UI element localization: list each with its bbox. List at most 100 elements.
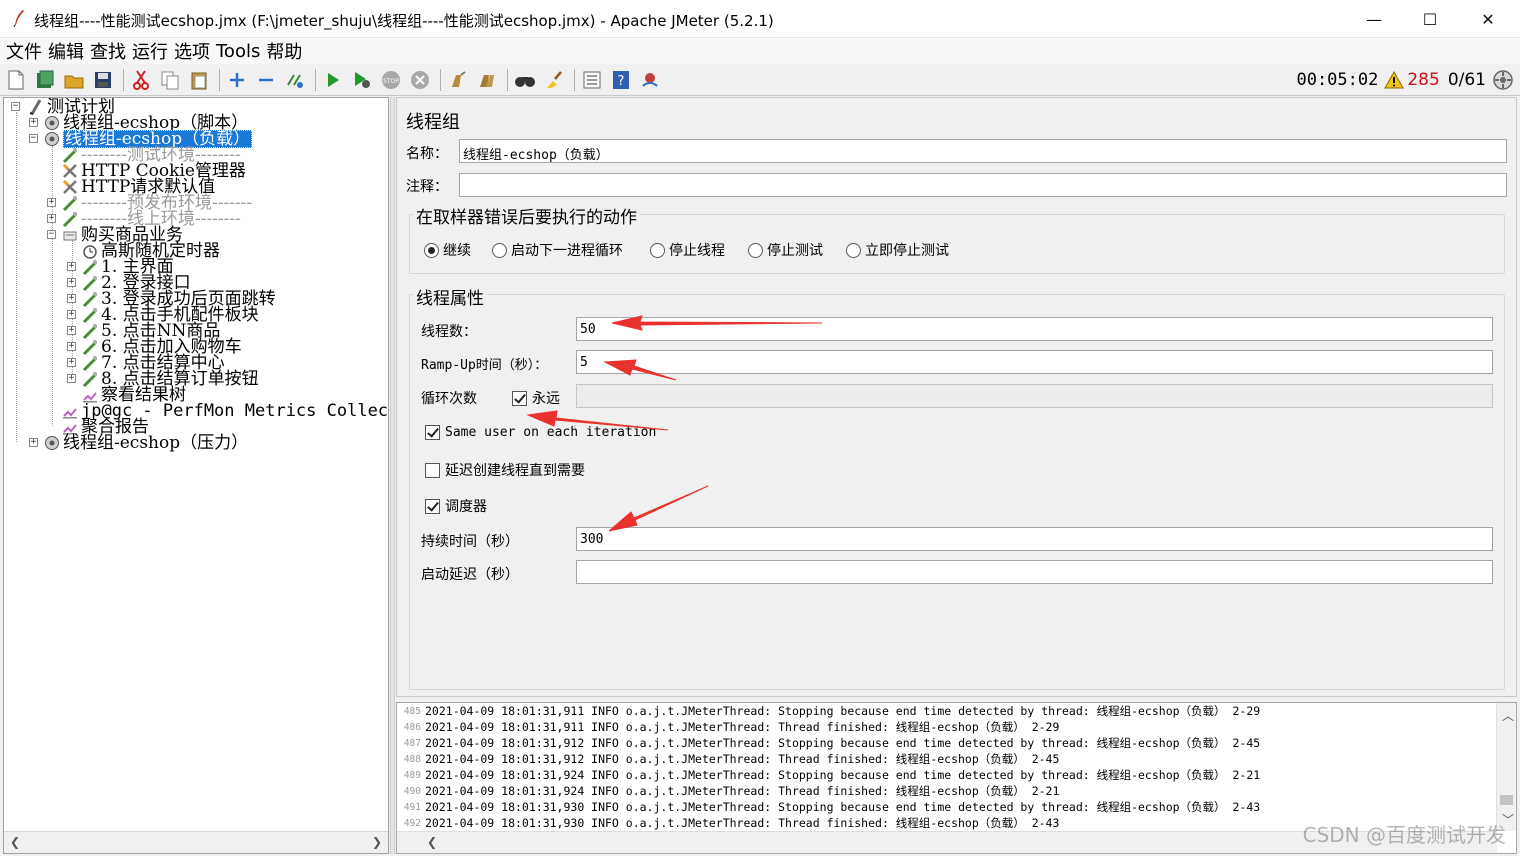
scroll-up-icon[interactable]: ︿	[1502, 707, 1514, 724]
same-user-checkbox[interactable]: Same user on each iteration	[425, 425, 656, 440]
error-count[interactable]: 285	[1407, 70, 1439, 90]
config-icon	[62, 196, 78, 211]
tree-expand-toggle[interactable]: +	[47, 198, 56, 207]
open-icon[interactable]	[63, 69, 85, 91]
shutdown-icon[interactable]	[409, 69, 431, 91]
search-icon[interactable]	[514, 69, 536, 91]
save-icon[interactable]	[92, 69, 114, 91]
cut-icon[interactable]	[130, 69, 152, 91]
tree-expand-toggle[interactable]: +	[29, 118, 38, 127]
config-icon	[62, 148, 78, 163]
log-text: 2021-04-09 18:01:31,924 INFO o.a.j.t.JMe…	[425, 768, 1261, 782]
remote-icon[interactable]	[639, 69, 661, 91]
controller-icon	[82, 340, 98, 355]
clear-all-icon[interactable]	[476, 69, 498, 91]
reset-search-icon[interactable]	[543, 69, 565, 91]
tree-expand-toggle[interactable]: +	[47, 214, 56, 223]
duration-label: 持续时间（秒）	[421, 534, 519, 550]
radio-stop-test-now[interactable]: 立即停止测试	[846, 240, 949, 260]
tree-node-label: 线程组-ecshop（压力）	[63, 433, 249, 453]
toggle-icon[interactable]	[284, 69, 306, 91]
startup-delay-input[interactable]	[576, 560, 1493, 584]
radio-continue[interactable]: 继续	[424, 240, 471, 260]
function-helper-icon[interactable]	[581, 69, 603, 91]
config-icon	[62, 212, 78, 227]
tree-collapse-toggle[interactable]: −	[29, 134, 38, 143]
forever-checkbox[interactable]: 永远	[512, 388, 560, 408]
tree-expand-toggle[interactable]: +	[67, 310, 76, 319]
watermark: CSDN @百度测试开发	[1302, 823, 1506, 847]
menu-file[interactable]: 文件	[6, 38, 42, 64]
log-line: 488 2021-04-09 18:01:31,912 INFO o.a.j.t.…	[397, 751, 1497, 767]
startup-delay-label: 启动延迟（秒）	[421, 567, 519, 583]
menu-edit[interactable]: 编辑	[48, 38, 84, 64]
tree-expand-toggle[interactable]: +	[67, 358, 76, 367]
log-text: 2021-04-09 18:01:31,930 INFO o.a.j.t.JMe…	[425, 816, 1060, 830]
threads-label: 线程数：	[421, 324, 477, 340]
scheduler-checkbox[interactable]: 调度器	[425, 496, 487, 516]
tree-expand-toggle[interactable]: +	[29, 438, 38, 447]
paste-icon[interactable]	[188, 69, 210, 91]
scroll-left-icon[interactable]: ❮	[427, 835, 437, 849]
new-icon[interactable]	[5, 69, 27, 91]
test-plan-tree[interactable]: − 测试计划 + 线程组-ecshop（脚本） − 线程组-ecshop（负载）…	[4, 98, 388, 825]
checkbox-box	[425, 425, 440, 440]
thread-group-icon	[45, 116, 59, 130]
threads-input[interactable]: 50	[576, 317, 1493, 341]
radio-stop-thread[interactable]: 停止线程	[650, 240, 725, 260]
checkbox-label: 永远	[532, 391, 560, 407]
scroll-thumb[interactable]	[1500, 795, 1513, 805]
split-pane-divider[interactable]	[390, 97, 395, 854]
minimize-button[interactable]: —	[1346, 0, 1402, 38]
rampup-label: Ramp-Up时间（秒）：	[421, 358, 548, 373]
name-input[interactable]: 线程组-ecshop（负载）	[459, 139, 1507, 163]
expand-icon[interactable]	[226, 69, 248, 91]
log-line: 490 2021-04-09 18:01:31,924 INFO o.a.j.t.…	[397, 783, 1497, 799]
elapsed-time: 00:05:02	[1296, 70, 1379, 90]
log-line: 487 2021-04-09 18:01:31,912 INFO o.a.j.t.…	[397, 735, 1497, 751]
tree-expand-toggle[interactable]: +	[67, 278, 76, 287]
radio-label: 启动下一进程循环	[511, 243, 623, 259]
menu-run[interactable]: 运行	[132, 38, 168, 64]
scroll-left-icon[interactable]: ❮	[10, 835, 20, 849]
log-vertical-scrollbar[interactable]: ︿ ﹀	[1496, 703, 1516, 831]
tree-node[interactable]: 线程组-ecshop（压力）	[44, 434, 248, 452]
help-icon[interactable]: ?	[610, 69, 632, 91]
tree-line	[16, 112, 17, 442]
checkbox-label: 调度器	[445, 499, 487, 515]
collapse-icon[interactable]	[255, 69, 277, 91]
tree-horizontal-scrollbar[interactable]: ❮ ❯	[4, 831, 388, 853]
radio-stop-test[interactable]: 停止测试	[748, 240, 823, 260]
radio-start-next-loop[interactable]: 启动下一进程循环	[492, 240, 623, 260]
comment-input[interactable]	[459, 173, 1507, 197]
start-no-pauses-icon[interactable]	[351, 69, 373, 91]
tree-expand-toggle[interactable]: +	[67, 374, 76, 383]
templates-icon[interactable]	[34, 69, 56, 91]
tree-collapse-toggle[interactable]: −	[47, 230, 56, 239]
checkbox-box	[425, 498, 440, 514]
menu-help[interactable]: 帮助	[266, 38, 302, 64]
tree-expand-toggle[interactable]: +	[67, 262, 76, 271]
tree-collapse-toggle[interactable]: −	[11, 102, 20, 111]
copy-icon[interactable]	[159, 69, 181, 91]
warning-icon[interactable]	[1384, 71, 1405, 89]
tree-expand-toggle[interactable]: +	[67, 342, 76, 351]
menu-tools[interactable]: Tools	[216, 41, 260, 62]
duration-input[interactable]: 300	[576, 527, 1493, 551]
tree-expand-toggle[interactable]: +	[67, 294, 76, 303]
radio-dot	[650, 242, 665, 258]
log-line: 491 2021-04-09 18:01:31,930 INFO o.a.j.t.…	[397, 799, 1497, 815]
log-line-number: 485	[403, 705, 421, 717]
scroll-right-icon[interactable]: ❯	[372, 835, 382, 849]
start-icon[interactable]	[322, 69, 344, 91]
close-button[interactable]: ✕	[1460, 0, 1516, 38]
clear-icon[interactable]	[447, 69, 469, 91]
tree-expand-toggle[interactable]: +	[67, 326, 76, 335]
menu-options[interactable]: 选项	[174, 38, 210, 64]
maximize-button[interactable]: ☐	[1402, 0, 1458, 38]
loop-count-input[interactable]	[576, 384, 1493, 408]
delay-thread-creation-checkbox[interactable]: 延迟创建线程直到需要	[425, 460, 585, 480]
stop-icon[interactable]: STOP	[380, 69, 402, 91]
menu-search[interactable]: 查找	[90, 38, 126, 64]
rampup-input[interactable]: 5	[576, 350, 1493, 374]
